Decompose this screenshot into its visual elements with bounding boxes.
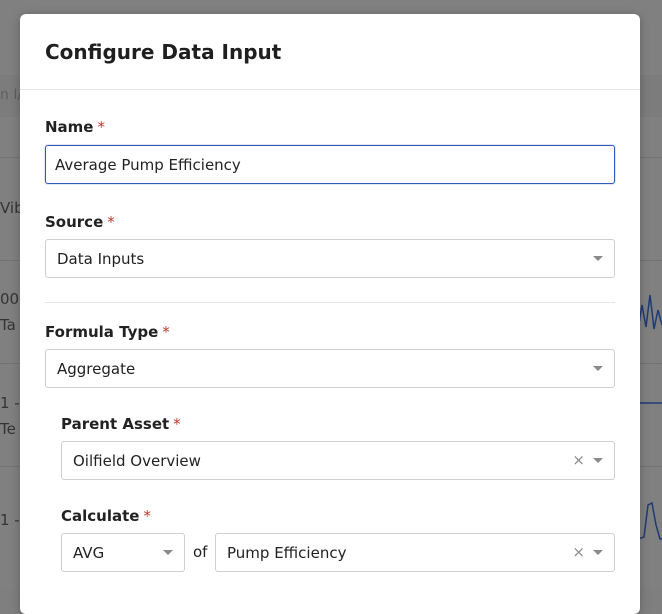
background-sparkline [638,294,662,331]
parent-asset-select[interactable]: Oilfield Overview × [61,441,615,480]
clear-icon[interactable]: × [572,453,585,468]
source-label: Source * [45,213,115,231]
formula-type-label-text: Formula Type [45,323,159,341]
parent-asset-label-text: Parent Asset [61,415,170,433]
required-marker: * [162,323,170,341]
calculate-function-select[interactable]: AVG [61,533,185,572]
chevron-down-icon [593,458,603,463]
formula-type-select-value: Aggregate [57,359,136,378]
source-select-value: Data Inputs [57,249,145,268]
background-text: 1 - [0,394,20,412]
formula-type-select[interactable]: Aggregate [45,349,615,388]
modal-header: Configure Data Input [20,14,640,90]
required-marker: * [97,118,105,136]
name-label-text: Name [45,118,94,136]
calculate-input-value: Pump Efficiency [227,543,347,562]
formula-type-label: Formula Type * [45,323,170,341]
required-marker: * [107,213,115,231]
chevron-down-icon [593,256,603,261]
section-divider [45,302,615,303]
chevron-down-icon [593,550,603,555]
chevron-down-icon [163,550,173,555]
modal-title: Configure Data Input [45,40,282,64]
calculate-function-value: AVG [73,543,105,562]
background-text: 00 [0,290,20,308]
configure-data-input-modal: Configure Data Input Name * Average Pump … [20,14,640,614]
required-marker: * [143,507,151,525]
name-input-value: Average Pump Efficiency [55,155,241,174]
clear-icon[interactable]: × [572,545,585,560]
background-text: n I/ [0,87,23,103]
name-label: Name * [45,118,105,136]
background-text: 1 - [0,511,20,529]
name-input[interactable]: Average Pump Efficiency [45,145,615,184]
chevron-down-icon [593,366,603,371]
background-text: Te [0,420,16,438]
background-text: Ta [0,316,16,334]
calculate-label-text: Calculate [61,507,140,525]
calculate-input-select[interactable]: Pump Efficiency × [215,533,615,572]
background-sparkline [638,402,662,404]
source-select[interactable]: Data Inputs [45,239,615,278]
parent-asset-select-value: Oilfield Overview [73,451,201,470]
parent-asset-label: Parent Asset * [61,415,181,433]
required-marker: * [173,415,181,433]
source-label-text: Source [45,213,104,231]
of-label: of [193,543,208,561]
calculate-label: Calculate * [61,507,151,525]
background-sparkline [638,501,662,540]
